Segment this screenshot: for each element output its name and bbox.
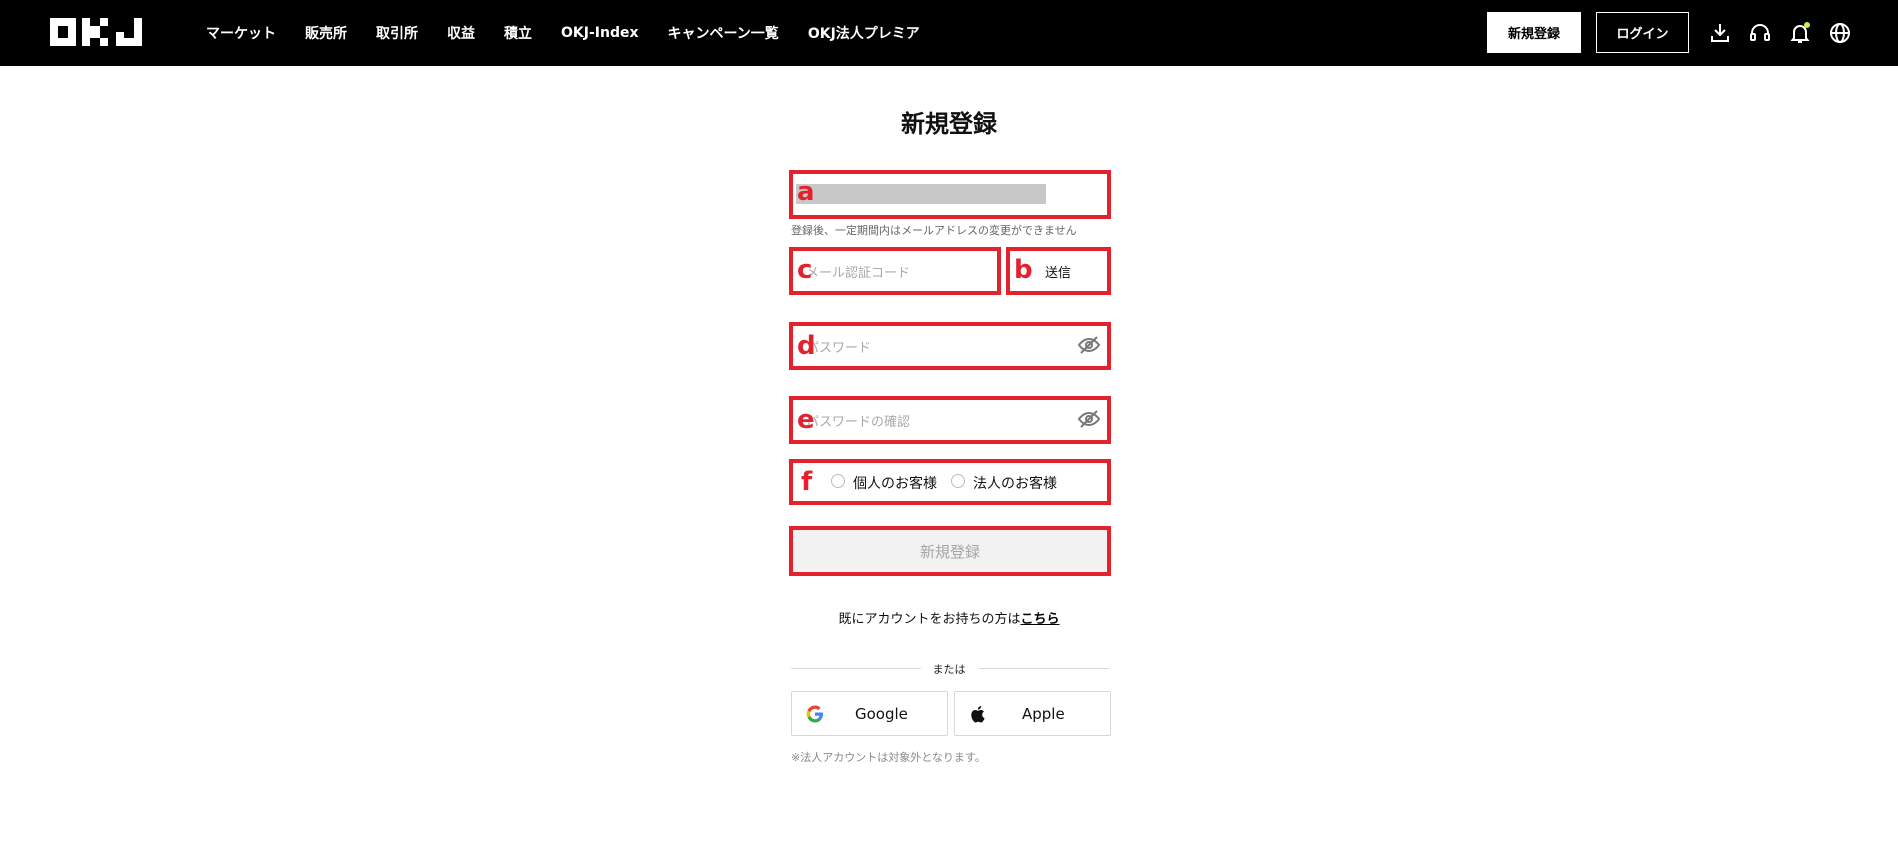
masked-email-value <box>796 184 1046 204</box>
headset-icon[interactable] <box>1748 21 1772 45</box>
page-title: 新規登録 <box>901 110 997 138</box>
divider-right <box>979 668 1109 669</box>
annotation-label-f: f <box>801 467 813 497</box>
notification-dot <box>1804 22 1810 28</box>
apple-icon <box>971 706 985 723</box>
radio-corporate[interactable] <box>951 474 965 488</box>
eye-off-icon[interactable] <box>1078 336 1100 354</box>
nav-corporate-premier[interactable]: OKJ法人プレミア <box>808 23 920 43</box>
annotation-label-c: c <box>797 255 813 285</box>
download-icon[interactable] <box>1708 21 1732 45</box>
bell-icon[interactable] <box>1788 21 1812 45</box>
nav-sales-office[interactable]: 販売所 <box>305 23 347 43</box>
okj-logo[interactable] <box>50 18 142 46</box>
radio-corporate-label[interactable]: 法人のお客様 <box>973 473 1057 493</box>
register-submit-button[interactable]: 新規登録 <box>789 526 1111 576</box>
password-placeholder: パスワード <box>806 341 872 356</box>
nav-exchange[interactable]: 取引所 <box>376 23 418 43</box>
radio-individual-label[interactable]: 個人のお客様 <box>853 473 937 493</box>
or-label: または <box>932 663 966 676</box>
annotation-label-e: e <box>797 405 815 435</box>
header-register-button[interactable]: 新規登録 <box>1487 12 1581 53</box>
header-login-button[interactable]: ログイン <box>1596 12 1689 53</box>
password-confirm-placeholder: パスワードの確認 <box>806 415 911 430</box>
nav-savings[interactable]: 積立 <box>504 23 532 43</box>
google-icon <box>806 705 823 723</box>
apple-login-button[interactable]: Apple <box>954 691 1111 736</box>
annotation-label-d: d <box>797 331 816 361</box>
existing-account-prompt: 既にアカウントをお持ちの方はこちら <box>0 608 1898 627</box>
annotation-label-a: a <box>797 177 815 207</box>
corporate-note: ※法人アカウントは対象外となります。 <box>791 751 986 764</box>
existing-account-text: 既にアカウントをお持ちの方は <box>838 612 1021 627</box>
radio-individual[interactable] <box>831 474 845 488</box>
google-label: Google <box>855 705 908 723</box>
nav-earn[interactable]: 収益 <box>447 23 475 43</box>
email-code-placeholder: メール認証コード <box>806 266 911 281</box>
top-header: マーケット 販売所 取引所 収益 積立 OKJ-Index キャンペーン一覧 O… <box>0 0 1898 66</box>
google-login-button[interactable]: Google <box>791 691 948 736</box>
main-nav: マーケット 販売所 取引所 収益 積立 OKJ-Index キャンペーン一覧 O… <box>206 0 949 66</box>
nav-campaigns[interactable]: キャンペーン一覧 <box>668 23 779 43</box>
annotation-label-b: b <box>1014 255 1033 285</box>
email-hint: 登録後、一定期間内はメールアドレスの変更ができません <box>791 224 1077 237</box>
login-link[interactable]: こちら <box>1021 612 1060 627</box>
send-code-label: 送信 <box>1045 266 1072 281</box>
nav-market[interactable]: マーケット <box>206 23 276 43</box>
apple-label: Apple <box>1022 705 1065 723</box>
nav-okj-index[interactable]: OKJ-Index <box>561 25 639 41</box>
globe-icon[interactable] <box>1828 21 1852 45</box>
eye-off-icon[interactable] <box>1078 410 1100 428</box>
